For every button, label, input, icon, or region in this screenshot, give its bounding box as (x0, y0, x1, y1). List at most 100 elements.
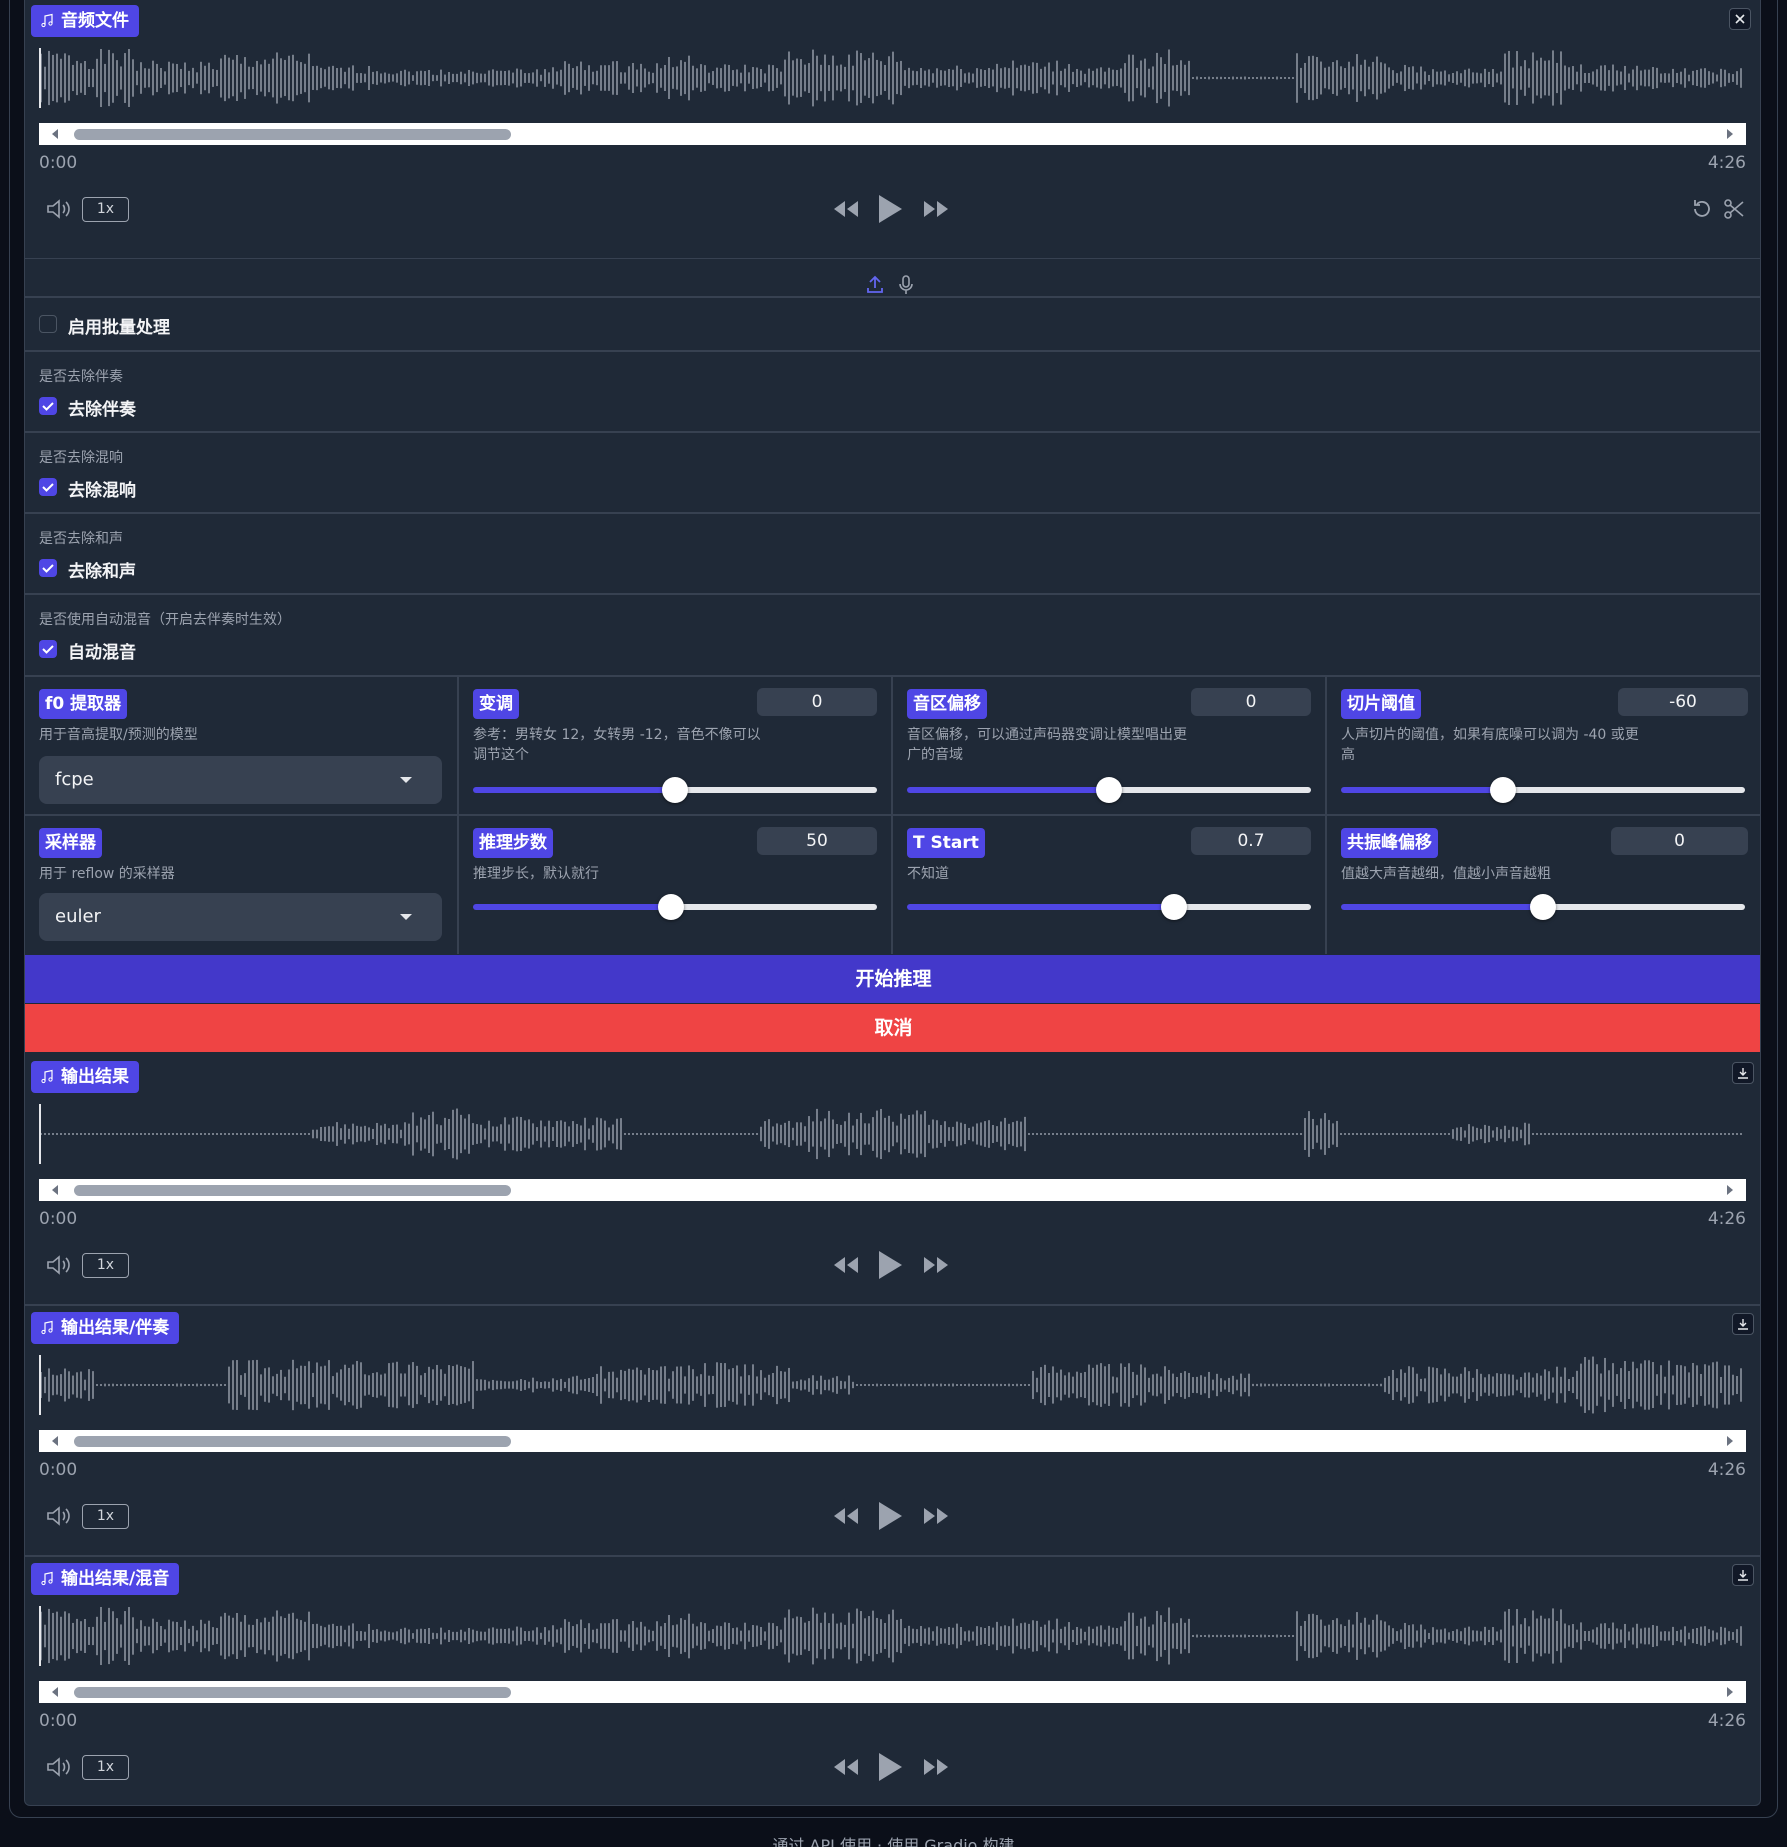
output-accompaniment-label: 输出结果/伴奏 (31, 1312, 180, 1344)
remove-reverb-title: 是否去除混响 (39, 450, 123, 466)
input-waveform[interactable] (39, 46, 1746, 110)
f0-extractor-cell: f0 提取器 用于音高提取/预测的模型 fcpe (25, 677, 457, 814)
slider-handle[interactable] (658, 894, 684, 920)
steps-slider[interactable] (473, 894, 877, 920)
scroll-left-icon[interactable] (49, 1686, 61, 1698)
sampler-value: euler (55, 906, 101, 927)
output-waveform-scrollbar[interactable] (39, 1179, 1746, 1201)
tstart-slider[interactable] (907, 894, 1311, 920)
playback-speed-button[interactable]: 1x (82, 1755, 129, 1780)
download-button[interactable] (1732, 1564, 1754, 1586)
slider-handle[interactable] (1530, 894, 1556, 920)
auto-mix-title: 是否使用自动混音（开启去伴奏时生效） (39, 612, 291, 628)
remove-harmony-checkbox[interactable] (39, 559, 57, 577)
rewind-icon[interactable] (831, 198, 861, 220)
formant-slider[interactable] (907, 777, 1311, 803)
close-icon (1735, 14, 1745, 24)
play-icon[interactable] (876, 1500, 904, 1532)
slider-handle[interactable] (1490, 777, 1516, 803)
rewind-icon[interactable] (831, 1756, 861, 1778)
slider-handle[interactable] (662, 777, 688, 803)
threshold-number-input[interactable]: -60 (1618, 688, 1748, 716)
scroll-thumb[interactable] (74, 1687, 511, 1698)
steps-info: 推理步长，默认就行 (473, 866, 599, 882)
output-waveform[interactable] (39, 1102, 1746, 1166)
input-waveform-scrollbar[interactable] (39, 123, 1746, 145)
steps-number-input[interactable]: 50 (757, 827, 877, 855)
resonance-slider[interactable] (1341, 894, 1745, 920)
scroll-thumb[interactable] (74, 129, 511, 140)
time-current: 0:00 (39, 1209, 78, 1229)
play-icon[interactable] (876, 193, 904, 225)
accompaniment-waveform-scrollbar[interactable] (39, 1430, 1746, 1452)
clear-audio-button[interactable] (1729, 8, 1751, 30)
volume-icon[interactable] (45, 198, 73, 220)
divider (25, 593, 1760, 595)
volume-icon[interactable] (45, 1756, 73, 1778)
scroll-right-icon[interactable] (1724, 1686, 1736, 1698)
threshold-slider[interactable] (1341, 777, 1745, 803)
play-icon[interactable] (876, 1249, 904, 1281)
footer-links[interactable]: 通过 API 使用 · 使用 Gradio 构建 (0, 1832, 1787, 1847)
formant-number-input[interactable]: 0 (1191, 688, 1311, 716)
auto-mix-checkbox[interactable] (39, 640, 57, 658)
slider-handle[interactable] (1096, 777, 1122, 803)
slider-handle[interactable] (1161, 894, 1187, 920)
f0-extractor-info: 用于音高提取/预测的模型 (39, 727, 198, 743)
fast-forward-icon[interactable] (921, 198, 951, 220)
sampler-info: 用于 reflow 的采样器 (39, 866, 175, 882)
tstart-label: T Start (907, 828, 985, 858)
volume-icon[interactable] (45, 1254, 73, 1276)
play-icon[interactable] (876, 1751, 904, 1783)
rewind-icon[interactable] (831, 1505, 861, 1527)
divider (25, 1555, 1760, 1557)
download-icon (1738, 1068, 1748, 1079)
upload-icon[interactable] (866, 274, 884, 294)
scroll-right-icon[interactable] (1724, 1435, 1736, 1447)
remove-accompaniment-checkbox[interactable] (39, 397, 57, 415)
scroll-left-icon[interactable] (49, 1435, 61, 1447)
start-inference-button[interactable]: 开始推理 (25, 955, 1760, 1003)
download-button[interactable] (1732, 1062, 1754, 1084)
sampler-dropdown[interactable]: euler (39, 893, 442, 941)
download-button[interactable] (1732, 1313, 1754, 1335)
remove-reverb-checkbox[interactable] (39, 478, 57, 496)
f0-extractor-dropdown[interactable]: fcpe (39, 756, 442, 804)
output-mix-label-text: 输出结果/混音 (61, 1569, 170, 1589)
auto-mix-label: 自动混音 (68, 643, 136, 663)
rewind-icon[interactable] (831, 1254, 861, 1276)
batch-checkbox-label: 启用批量处理 (68, 318, 170, 338)
scroll-thumb[interactable] (74, 1436, 511, 1447)
accompaniment-waveform[interactable] (39, 1353, 1746, 1417)
resonance-number-input[interactable]: 0 (1611, 827, 1748, 855)
scroll-right-icon[interactable] (1724, 128, 1736, 140)
pitch-number-input[interactable]: 0 (757, 688, 877, 716)
playback-speed-button[interactable]: 1x (82, 1504, 129, 1529)
cancel-button[interactable]: 取消 (25, 1004, 1760, 1052)
download-icon (1738, 1319, 1748, 1330)
trim-scissors-icon[interactable] (1722, 197, 1746, 221)
batch-checkbox[interactable] (39, 315, 57, 333)
reset-icon[interactable] (1690, 197, 1714, 221)
tstart-number-input[interactable]: 0.7 (1191, 827, 1311, 855)
fast-forward-icon[interactable] (921, 1505, 951, 1527)
scroll-right-icon[interactable] (1724, 1184, 1736, 1196)
volume-icon[interactable] (45, 1505, 73, 1527)
mix-waveform-scrollbar[interactable] (39, 1681, 1746, 1703)
parameter-grid: f0 提取器 用于音高提取/预测的模型 fcpe 变调 0 参考：男转女 12，… (25, 675, 1760, 954)
fast-forward-icon[interactable] (921, 1254, 951, 1276)
playback-speed-button[interactable]: 1x (82, 197, 129, 222)
microphone-icon[interactable] (898, 274, 914, 296)
time-current: 0:00 (39, 1460, 78, 1480)
time-current: 0:00 (39, 1711, 78, 1731)
pitch-slider[interactable] (473, 777, 877, 803)
divider (25, 258, 1760, 259)
playback-speed-button[interactable]: 1x (82, 1253, 129, 1278)
divider (25, 350, 1760, 352)
divider (25, 431, 1760, 433)
fast-forward-icon[interactable] (921, 1756, 951, 1778)
mix-waveform[interactable] (39, 1604, 1746, 1668)
scroll-left-icon[interactable] (49, 1184, 61, 1196)
scroll-left-icon[interactable] (49, 128, 61, 140)
scroll-thumb[interactable] (74, 1185, 511, 1196)
